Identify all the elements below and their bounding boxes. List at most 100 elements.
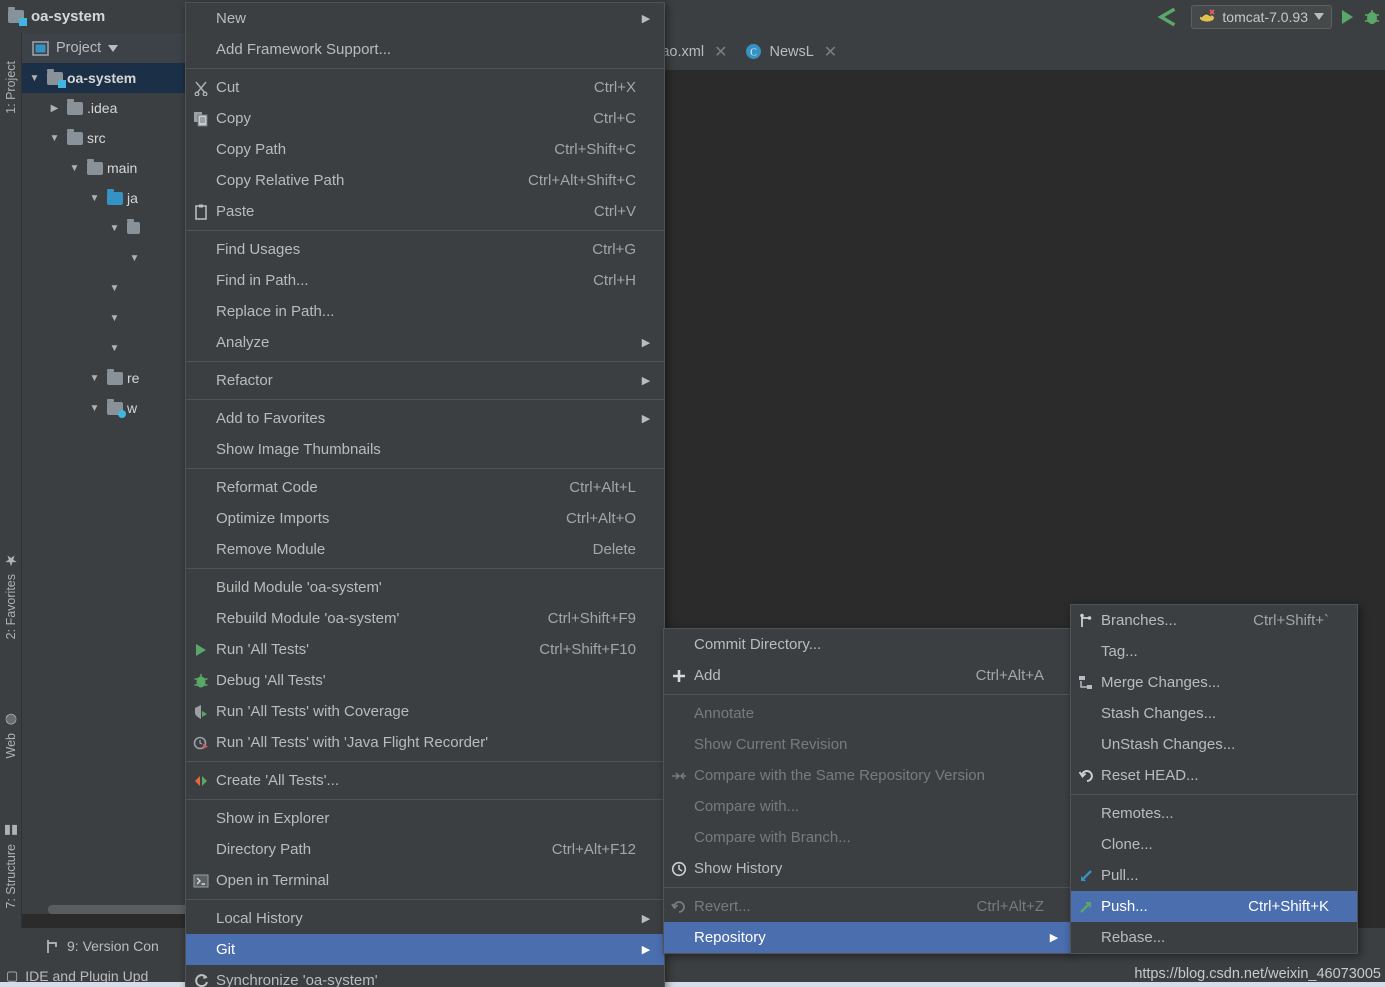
menu-item[interactable]: Open in Terminal (186, 865, 664, 896)
tree-node[interactable]: ▼ oa-system (22, 63, 207, 93)
menu-item[interactable]: Clone... (1071, 829, 1357, 860)
menu-item[interactable]: Reset HEAD... (1071, 760, 1357, 791)
chevron-down-icon[interactable]: ▼ (86, 373, 103, 384)
close-icon[interactable]: ✕ (824, 42, 837, 62)
tree-node[interactable]: ▼ (22, 213, 207, 243)
menu-item[interactable]: Find Usages Ctrl+G (186, 234, 664, 265)
tool-window-web[interactable]: Web ◍ (0, 711, 22, 758)
menu-item[interactable]: Commit Directory... (664, 629, 1072, 660)
menu-item[interactable]: Copy Ctrl+C (186, 103, 664, 134)
run-button[interactable] (1342, 9, 1353, 24)
tree-node[interactable]: ▶ .idea (22, 93, 207, 123)
context-menu[interactable]: New ▶ Add Framework Support... Cut Ctrl+X … (185, 2, 665, 987)
terminal-icon (193, 874, 209, 887)
chevron-down-icon[interactable]: ▼ (106, 343, 123, 354)
tool-window-project[interactable]: 1: Project (0, 61, 22, 114)
tree-node[interactable]: ▼ (22, 243, 207, 273)
menu-item[interactable]: Rebase... (1071, 922, 1357, 953)
menu-item[interactable]: Show History (664, 853, 1072, 884)
menu-item[interactable]: Paste Ctrl+V (186, 196, 664, 227)
menu-item[interactable]: Find in Path... Ctrl+H (186, 265, 664, 296)
menu-item[interactable]: Remotes... (1071, 798, 1357, 829)
chevron-down-icon[interactable] (1314, 13, 1324, 20)
menu-item[interactable]: Copy Relative Path Ctrl+Alt+Shift+C (186, 165, 664, 196)
back-arrow-icon[interactable] (1153, 6, 1181, 28)
menu-item[interactable]: Remove Module Delete (186, 534, 664, 565)
horizontal-scrollbar[interactable] (48, 905, 208, 914)
menu-item[interactable]: Git ▶ (186, 934, 664, 965)
menu-item[interactable]: Copy Path Ctrl+Shift+C (186, 134, 664, 165)
menu-item-icon (186, 972, 216, 987)
menu-item[interactable]: Merge Changes... (1071, 667, 1357, 698)
tree-node[interactable]: ▼ (22, 303, 207, 333)
menu-item[interactable]: Replace in Path... (186, 296, 664, 327)
menu-item[interactable]: Add to Favorites ▶ (186, 403, 664, 434)
menu-item[interactable]: Compare with the Same Repository Version (664, 760, 1072, 791)
menu-item[interactable]: Refactor ▶ (186, 365, 664, 396)
debug-button[interactable] (1363, 8, 1381, 26)
menu-item[interactable]: Directory Path Ctrl+Alt+F12 (186, 834, 664, 865)
chevron-down-icon[interactable]: ▼ (26, 73, 43, 84)
menu-item[interactable]: Show Image Thumbnails (186, 434, 664, 465)
menu-item[interactable]: Compare with... (664, 791, 1072, 822)
chevron-down-icon[interactable]: ▼ (86, 193, 103, 204)
chevron-down-icon[interactable]: ▼ (126, 253, 143, 264)
editor-tab[interactable]: C NewsL ✕ (736, 33, 846, 70)
tree-node[interactable]: ▼ w (22, 393, 207, 423)
chevron-down-icon[interactable] (108, 44, 119, 52)
menu-item[interactable]: Repository ▶ (664, 922, 1072, 953)
menu-item[interactable]: Compare with Branch... (664, 822, 1072, 853)
menu-item[interactable]: Branches... Ctrl+Shift+` (1071, 605, 1357, 636)
git-submenu[interactable]: Commit Directory... Add Ctrl+Alt+A Annota… (663, 628, 1073, 954)
chevron-down-icon[interactable]: ▼ (106, 313, 123, 324)
menu-item[interactable]: Pull... (1071, 860, 1357, 891)
menu-item[interactable]: Annotate (664, 698, 1072, 729)
menu-item[interactable]: Analyze ▶ (186, 327, 664, 358)
menu-item[interactable]: Add Framework Support... (186, 34, 664, 65)
menu-item[interactable]: Show Current Revision (664, 729, 1072, 760)
chevron-right-icon[interactable]: ▶ (46, 103, 63, 114)
tree-node[interactable]: ▼ (22, 333, 207, 363)
menu-item[interactable]: Synchronize 'oa-system' (186, 965, 664, 987)
menu-item[interactable]: Rebuild Module 'oa-system' Ctrl+Shift+F9 (186, 603, 664, 634)
repository-submenu[interactable]: Branches... Ctrl+Shift+` Tag... Merge Cha… (1070, 604, 1358, 954)
menu-item[interactable]: Run 'All Tests' with Coverage (186, 696, 664, 727)
menu-item[interactable]: Cut Ctrl+X (186, 72, 664, 103)
menu-item[interactable]: Run 'All Tests' with 'Java Flight Record… (186, 727, 664, 758)
run-configuration-selector[interactable]: tomcat-7.0.93 (1191, 4, 1332, 29)
menu-item[interactable]: UnStash Changes... (1071, 729, 1357, 760)
history-icon (671, 861, 687, 876)
menu-item-label: New (216, 10, 247, 27)
menu-item[interactable]: Optimize Imports Ctrl+Alt+O (186, 503, 664, 534)
menu-item[interactable]: Create 'All Tests'... (186, 765, 664, 796)
menu-item[interactable]: Push... Ctrl+Shift+K (1071, 891, 1357, 922)
menu-item[interactable]: Debug 'All Tests' (186, 665, 664, 696)
menu-item[interactable]: Add Ctrl+Alt+A (664, 660, 1072, 691)
menu-item[interactable]: Stash Changes... (1071, 698, 1357, 729)
close-icon[interactable]: ✕ (714, 42, 727, 62)
menu-item[interactable]: Local History ▶ (186, 903, 664, 934)
tool-window-structure[interactable]: 7: Structure ▮▮ (0, 823, 22, 909)
menu-item[interactable]: Tag... (1071, 636, 1357, 667)
menu-item[interactable]: New ▶ (186, 3, 664, 34)
status-version-control[interactable]: 9: Version Con (45, 938, 159, 954)
tool-window-favorites[interactable]: 2: Favorites ★ (0, 551, 22, 639)
menu-item[interactable]: Reformat Code Ctrl+Alt+L (186, 472, 664, 503)
chevron-down-icon[interactable]: ▼ (106, 223, 123, 234)
tree-node[interactable]: ▼ main (22, 153, 207, 183)
chevron-down-icon[interactable]: ▼ (106, 283, 123, 294)
flight-recorder-icon (193, 736, 208, 749)
tree-node[interactable]: ▼ re (22, 363, 207, 393)
menu-item[interactable]: Run 'All Tests' Ctrl+Shift+F10 (186, 634, 664, 665)
chevron-down-icon[interactable]: ▼ (66, 163, 83, 174)
tree-node[interactable]: ▼ (22, 273, 207, 303)
chevron-down-icon[interactable]: ▼ (46, 133, 63, 144)
tree-node[interactable]: ▼ ja (22, 183, 207, 213)
menu-item[interactable]: Revert... Ctrl+Alt+Z (664, 891, 1072, 922)
chevron-down-icon[interactable]: ▼ (86, 403, 103, 414)
project-panel-header[interactable]: Project (22, 33, 207, 63)
menu-item[interactable]: Build Module 'oa-system' (186, 572, 664, 603)
project-tree[interactable]: ▼ oa-system ▶ .idea ▼ src ▼ main ▼ ja ▼ … (22, 63, 207, 423)
menu-item[interactable]: Show in Explorer (186, 803, 664, 834)
tree-node[interactable]: ▼ src (22, 123, 207, 153)
